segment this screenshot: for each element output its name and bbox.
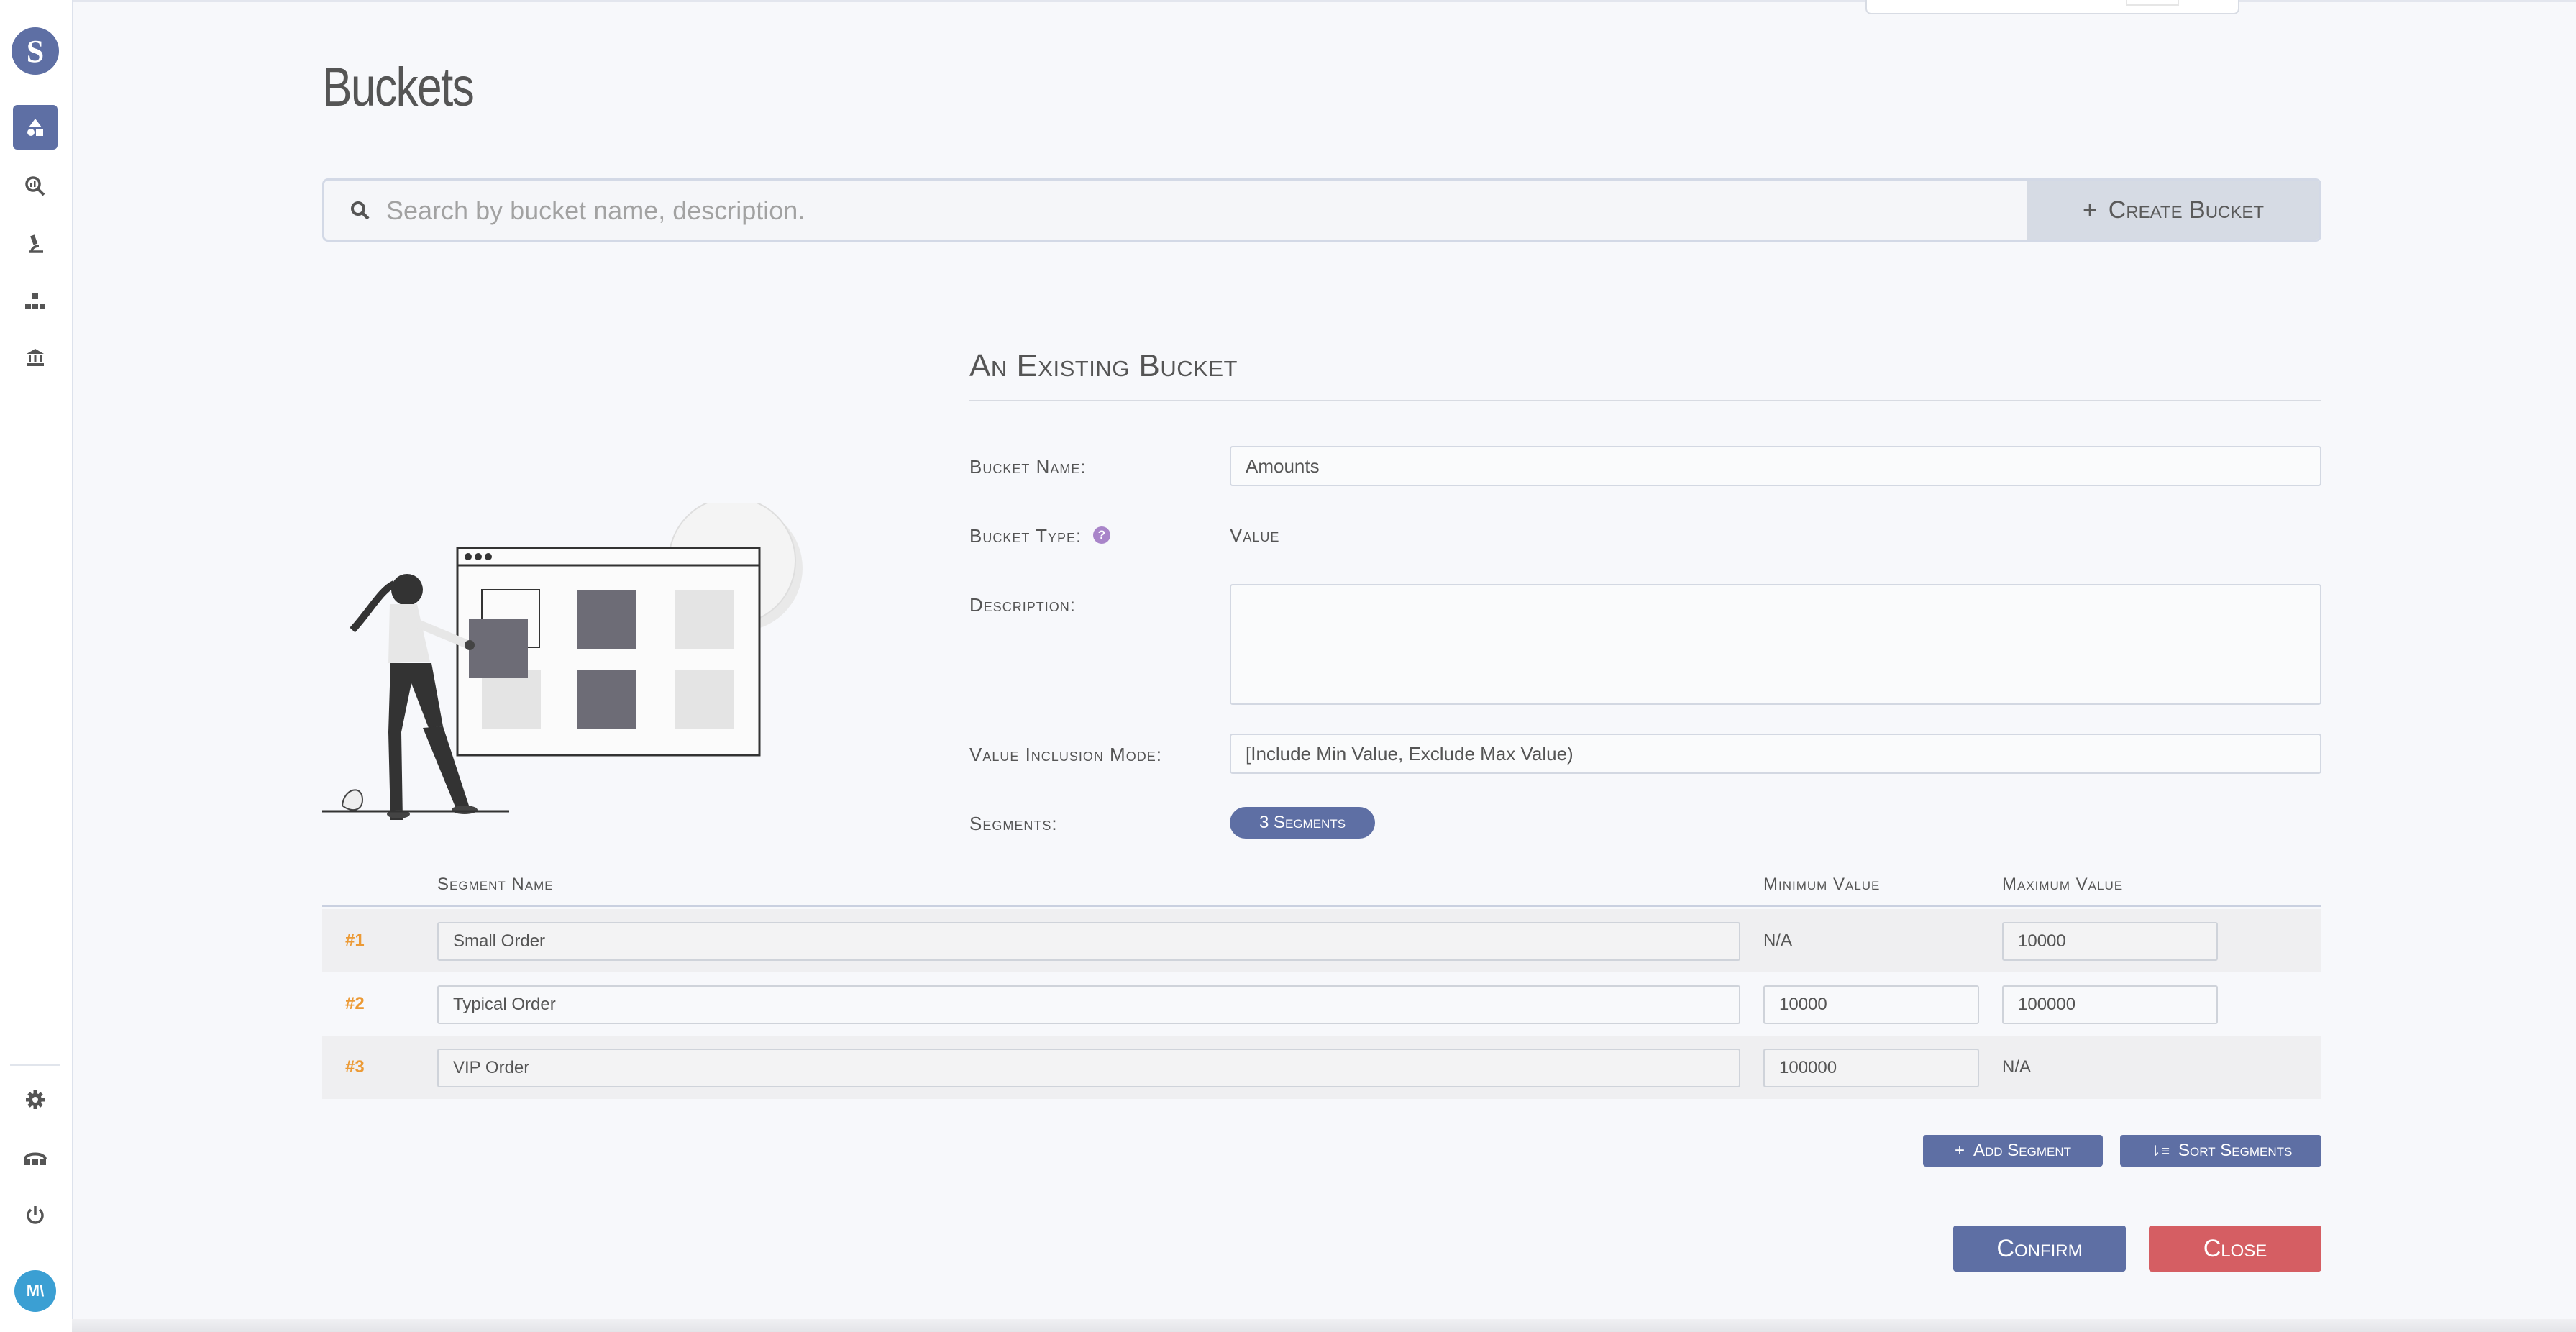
search-chart-icon [25,176,45,196]
minimum-value-header: Minimum Value [1763,875,1881,894]
bottom-edge [72,1319,2576,1332]
sidebar-divider [10,1064,60,1066]
sidebar-item-logout[interactable] [13,1192,58,1237]
bucket-illustration [322,503,803,820]
row-number: #1 [345,931,365,950]
bucket-type-label: Bucket Type: [969,525,1082,547]
search-input[interactable] [385,181,2013,240]
sidebar-item-settings[interactable] [13,1077,58,1122]
bank-icon [27,349,44,366]
maximum-value-text: N/A [2002,1057,2032,1077]
description-field[interactable] [1230,584,2321,705]
top-popup-fragment [1865,0,2239,14]
microscope-icon [29,234,43,253]
power-icon [27,1206,44,1224]
bucket-name-label: Bucket Name: [969,456,1087,478]
table-header-divider [322,905,2321,907]
table-row: #1 Small Order N/A 10000 [322,909,2321,972]
segment-name-input[interactable]: Typical Order [437,985,1740,1024]
sidebar-item-hierarchy[interactable] [13,279,58,324]
network-icon [24,1152,47,1165]
create-bucket-label: Create Bucket [2108,196,2265,224]
row-number: #2 [345,994,365,1013]
gear-icon [26,1090,45,1109]
sidebar-item-integrations[interactable] [13,1135,58,1180]
table-row: #2 Typical Order 10000 100000 [322,972,2321,1036]
minimum-value-input[interactable]: 10000 [1763,985,1979,1024]
user-avatar[interactable]: M\ [14,1270,56,1312]
maximum-value-header: Maximum Value [2002,875,2124,894]
add-segment-button[interactable]: + Add Segment [1923,1135,2103,1167]
add-segment-label: Add Segment [1973,1141,2071,1160]
segment-name-input[interactable]: Small Order [437,922,1740,961]
minimum-value-input[interactable]: 100000 [1763,1049,1979,1087]
sidebar-item-lab[interactable] [13,222,58,266]
segments-label: Segments: [969,813,1058,834]
page-title: Buckets [322,57,475,118]
shapes-icon [27,119,43,136]
search-icon [346,196,375,225]
bucket-type-value: Value [1230,524,1280,546]
section-title: An Existing Bucket [969,348,1238,383]
create-bucket-button[interactable]: + Create Bucket [2027,181,2319,240]
maximum-value-input[interactable]: 10000 [2002,922,2218,961]
sidebar-item-buckets[interactable] [13,105,58,150]
bucket-name-field[interactable]: Amounts [1230,446,2321,486]
inclusion-mode-field[interactable]: [Include Min Value, Exclude Max Value) [1230,734,2321,774]
row-number: #3 [345,1057,365,1077]
segments-count-badge[interactable]: 3 Segments [1230,807,1375,839]
close-button[interactable]: Close [2149,1226,2321,1272]
help-icon[interactable]: ? [1093,526,1110,544]
confirm-button[interactable]: Confirm [1953,1226,2126,1272]
sidebar: S M\ [0,0,73,1332]
sort-icon: ⇂≡ [2149,1143,2170,1159]
minimum-value-text: N/A [1763,931,1793,950]
sidebar-item-explore[interactable] [13,164,58,209]
hierarchy-icon [25,293,45,309]
segment-name-input[interactable]: VIP Order [437,1049,1740,1087]
plus-icon: + [2082,196,2097,224]
sort-segments-button[interactable]: ⇂≡ Sort Segments [2120,1135,2321,1167]
segment-name-header: Segment Name [437,875,554,894]
app-logo[interactable]: S [12,27,59,75]
inclusion-mode-label: Value Inclusion Mode: [969,744,1162,765]
search-bar: + Create Bucket [322,178,2321,242]
section-divider [969,400,2321,401]
sort-segments-label: Sort Segments [2178,1141,2293,1160]
table-row: #3 VIP Order 100000 N/A [322,1036,2321,1099]
sidebar-item-bank[interactable] [13,335,58,380]
maximum-value-input[interactable]: 100000 [2002,985,2218,1024]
description-label: Description: [969,594,1077,616]
plus-icon: + [1955,1141,1965,1160]
